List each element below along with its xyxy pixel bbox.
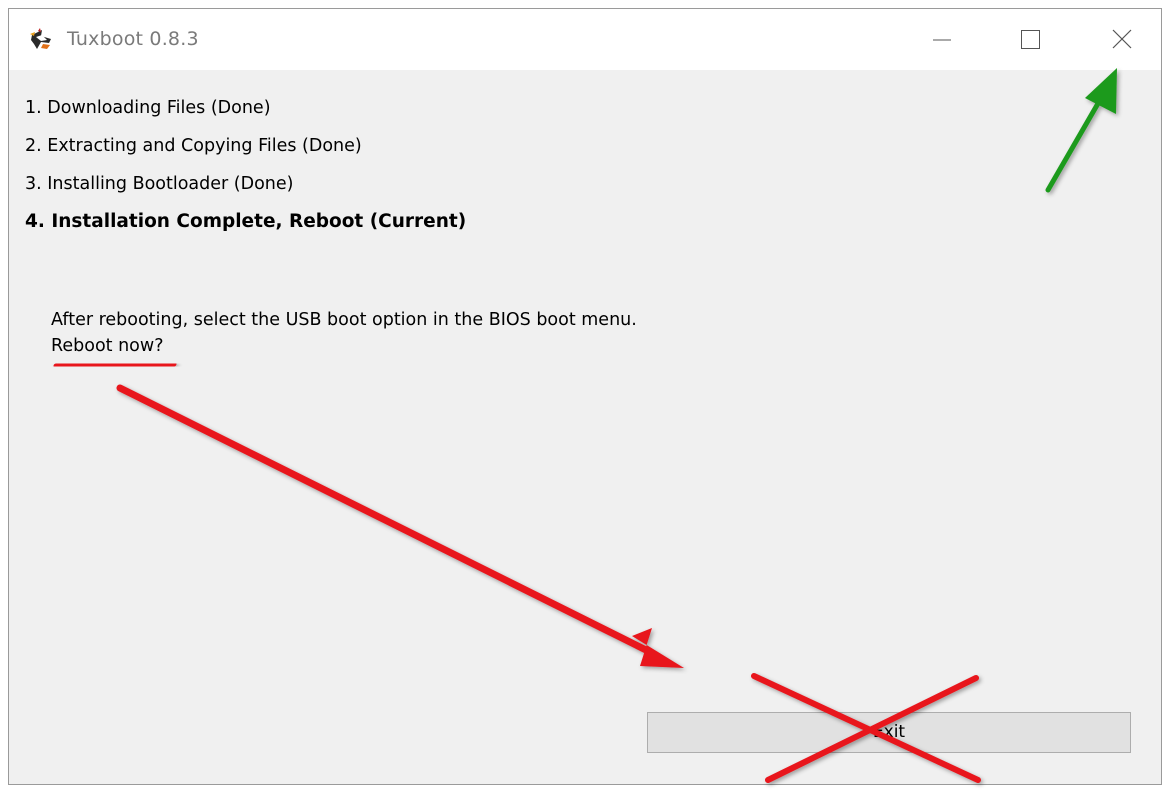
- minimize-button[interactable]: [919, 9, 965, 70]
- tuxboot-window: Tuxboot 0.8.3 1. Downloading Files (Done…: [8, 8, 1162, 785]
- minimize-icon: [933, 39, 951, 41]
- window-title: Tuxboot 0.8.3: [67, 28, 199, 50]
- installation-steps: 1. Downloading Files (Done) 2. Extractin…: [25, 89, 466, 241]
- reboot-message: After rebooting, select the USB boot opt…: [51, 307, 637, 359]
- bios-instruction-text: After rebooting, select the USB boot opt…: [51, 310, 637, 330]
- reboot-prompt-text: Reboot now?: [51, 336, 164, 356]
- tuxboot-penguin-icon: [29, 27, 55, 53]
- close-icon: [1112, 29, 1132, 49]
- maximize-button[interactable]: [1007, 9, 1053, 70]
- maximize-icon: [1021, 30, 1040, 49]
- step-extracting: 2. Extracting and Copying Files (Done): [25, 136, 362, 156]
- step-installing-bootloader: 3. Installing Bootloader (Done): [25, 174, 294, 194]
- step-downloading: 1. Downloading Files (Done): [25, 98, 271, 118]
- close-button[interactable]: [1099, 9, 1145, 70]
- exit-button[interactable]: Exit: [647, 712, 1131, 753]
- step-installation-complete: 4. Installation Complete, Reboot (Curren…: [25, 211, 467, 232]
- title-bar[interactable]: Tuxboot 0.8.3: [9, 9, 1161, 70]
